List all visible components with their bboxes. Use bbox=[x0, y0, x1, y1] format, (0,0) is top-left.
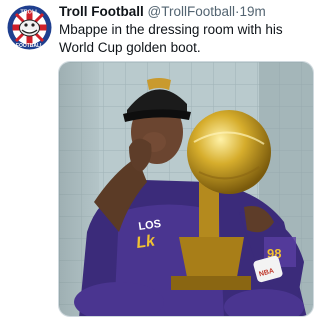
tweet-header: Troll Football @TrollFootball·19m bbox=[59, 3, 317, 20]
timestamp[interactable]: 19m bbox=[240, 4, 266, 19]
tweet-card[interactable]: TROLL FOOTBALL Troll Football @TrollFoot… bbox=[0, 0, 320, 320]
user-handle[interactable]: @TrollFootball bbox=[148, 4, 235, 19]
svg-text:FOOTBALL: FOOTBALL bbox=[16, 43, 43, 49]
tweet-media-photo[interactable]: LOS Lk 98 NBA bbox=[58, 61, 314, 317]
tweet-text: Mbappe in the dressing room with his Wor… bbox=[59, 22, 283, 55]
display-name[interactable]: Troll Football bbox=[59, 4, 144, 19]
svg-text:TROLL: TROLL bbox=[20, 10, 39, 16]
photo-image: LOS Lk 98 NBA bbox=[59, 62, 313, 316]
troll-football-badge-icon: TROLL FOOTBALL bbox=[7, 5, 52, 50]
avatar[interactable]: TROLL FOOTBALL bbox=[7, 5, 52, 50]
svg-text:Lk: Lk bbox=[135, 232, 157, 252]
